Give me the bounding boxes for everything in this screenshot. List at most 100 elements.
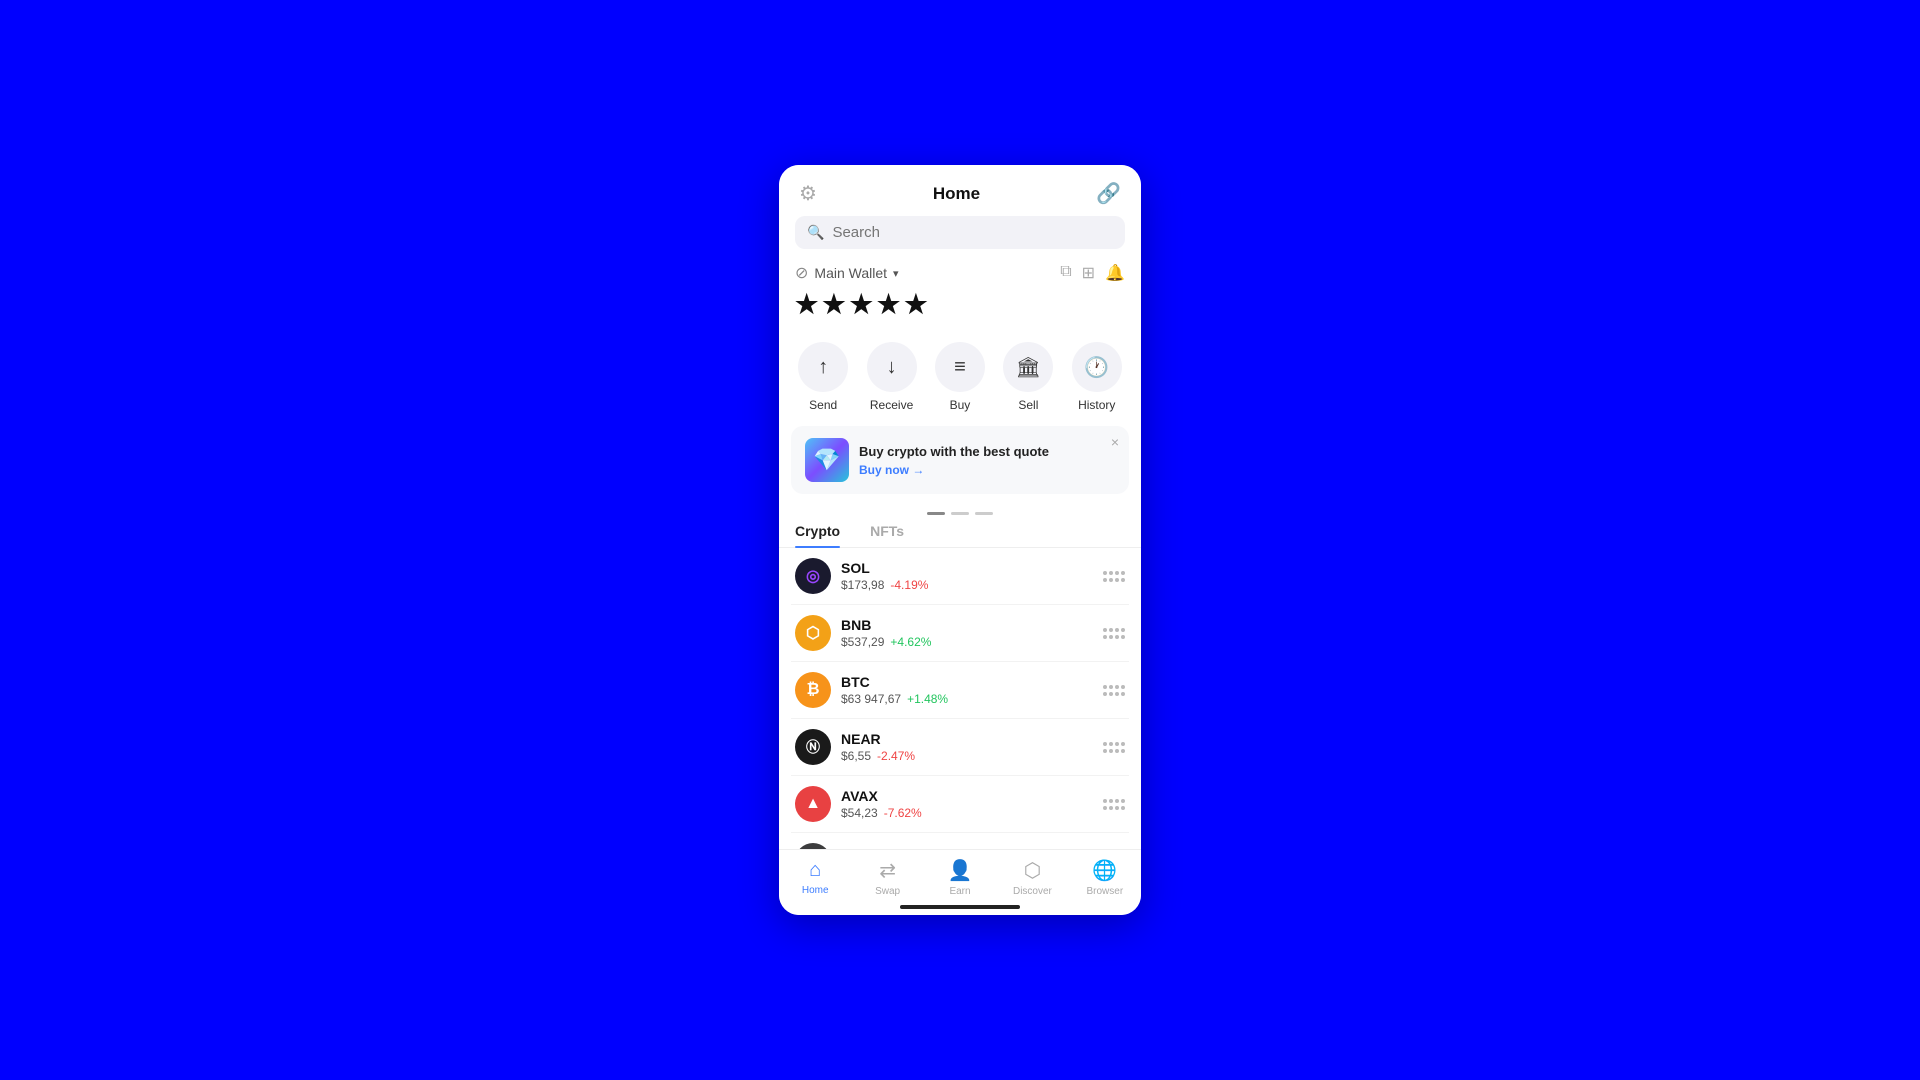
crypto-list: ◎ SOL $173,98 -4.19% ⬡ BNB $537,29 +4.62… <box>779 548 1141 849</box>
nav-swap[interactable]: ⇄ Swap <box>851 858 923 897</box>
list-item[interactable]: ₿ BTC $63 947,67 +1.48% <box>791 662 1129 719</box>
banner-dot-3 <box>975 512 993 515</box>
wallet-row: ⊘ Main Wallet ▾ ⧉ ⊞ 🔔 <box>779 259 1141 283</box>
history-button[interactable]: 🕐 History <box>1072 342 1122 412</box>
receive-label: Receive <box>870 398 913 412</box>
scan-icon[interactable]: ⊞ <box>1082 263 1095 283</box>
btc-price: $63 947,67 <box>841 692 901 706</box>
copy-icon[interactable]: ⧉ <box>1060 263 1071 283</box>
receive-icon-circle: ↓ <box>867 342 917 392</box>
send-button[interactable]: ↑ Send <box>798 342 848 412</box>
swap-icon: ⇄ <box>879 858 896 883</box>
list-item[interactable]: ◆ ETH <box>791 833 1129 849</box>
search-input[interactable] <box>832 224 1113 241</box>
avax-change: -7.62% <box>884 806 922 820</box>
bell-icon[interactable]: 🔔 <box>1105 263 1125 283</box>
earn-label: Earn <box>949 886 970 897</box>
actions-row: ↑ Send ↓ Receive ≡ Buy 🏛 Sell 🕐 History <box>779 332 1141 426</box>
list-item[interactable]: ⬡ BNB $537,29 +4.62% <box>791 605 1129 662</box>
near-name: NEAR <box>841 731 1093 747</box>
home-indicator <box>900 905 1020 909</box>
banner-dot-2 <box>951 512 969 515</box>
list-item[interactable]: ▲ AVAX $54,23 -7.62% <box>791 776 1129 833</box>
nav-browser[interactable]: 🌐 Browser <box>1069 858 1141 897</box>
discover-icon: ⬡ <box>1024 858 1041 883</box>
wallet-action-icons: ⧉ ⊞ 🔔 <box>1060 263 1125 283</box>
home-icon: ⌂ <box>809 859 821 882</box>
bnb-price: $537,29 <box>841 635 884 649</box>
history-icon-circle: 🕐 <box>1072 342 1122 392</box>
bnb-price-row: $537,29 +4.62% <box>841 635 1093 649</box>
phone-container: ⚙ Home 🔗 🔍 ⊘ Main Wallet ▾ ⧉ ⊞ 🔔 ★★★★★ ↑… <box>779 165 1141 915</box>
btc-name: BTC <box>841 674 1093 690</box>
avax-dots[interactable] <box>1103 799 1125 810</box>
balance-row: ★★★★★ <box>779 283 1141 332</box>
bnb-logo: ⬡ <box>795 615 831 651</box>
btc-dots[interactable] <box>1103 685 1125 696</box>
bnb-dots[interactable] <box>1103 628 1125 639</box>
send-label: Send <box>809 398 837 412</box>
sol-logo: ◎ <box>795 558 831 594</box>
wallet-icon: ⊘ <box>795 263 808 283</box>
btc-change: +1.48% <box>907 692 948 706</box>
nav-home[interactable]: ⌂ Home <box>779 859 851 896</box>
buy-icon-circle: ≡ <box>935 342 985 392</box>
avax-price-row: $54,23 -7.62% <box>841 806 1093 820</box>
banner-link[interactable]: Buy now → <box>859 463 1115 477</box>
earn-icon: 👤 <box>948 858 973 883</box>
tabs-row: Crypto NFTs <box>779 523 1141 548</box>
search-icon: 🔍 <box>807 224 824 241</box>
banner-title: Buy crypto with the best quote <box>859 444 1115 459</box>
list-item[interactable]: ◎ SOL $173,98 -4.19% <box>791 548 1129 605</box>
promo-banner: 💎 Buy crypto with the best quote Buy now… <box>791 426 1129 494</box>
page-title: Home <box>933 184 980 204</box>
buy-button[interactable]: ≡ Buy <box>935 342 985 412</box>
send-icon-circle: ↑ <box>798 342 848 392</box>
bnb-name: BNB <box>841 617 1093 633</box>
bottom-nav: ⌂ Home ⇄ Swap 👤 Earn ⬡ Discover 🌐 Browse… <box>779 849 1141 901</box>
receive-button[interactable]: ↓ Receive <box>867 342 917 412</box>
sol-price: $173,98 <box>841 578 884 592</box>
list-item[interactable]: Ⓝ NEAR $6,55 -2.47% <box>791 719 1129 776</box>
wallet-selector[interactable]: ⊘ Main Wallet ▾ <box>795 263 899 283</box>
sol-info: SOL $173,98 -4.19% <box>841 560 1093 592</box>
wallet-chevron-icon: ▾ <box>893 267 899 280</box>
search-bar[interactable]: 🔍 <box>795 216 1125 249</box>
bnb-change: +4.62% <box>890 635 931 649</box>
discover-label: Discover <box>1013 886 1052 897</box>
avax-name: AVAX <box>841 788 1093 804</box>
sol-price-row: $173,98 -4.19% <box>841 578 1093 592</box>
near-logo: Ⓝ <box>795 729 831 765</box>
near-dots[interactable] <box>1103 742 1125 753</box>
avax-logo: ▲ <box>795 786 831 822</box>
bnb-info: BNB $537,29 +4.62% <box>841 617 1093 649</box>
buy-label: Buy <box>950 398 971 412</box>
sell-button[interactable]: 🏛 Sell <box>1003 342 1053 412</box>
btc-price-row: $63 947,67 +1.48% <box>841 692 1093 706</box>
sell-icon-circle: 🏛 <box>1003 342 1053 392</box>
avax-price: $54,23 <box>841 806 878 820</box>
sol-name: SOL <box>841 560 1093 576</box>
key-icon[interactable]: 🔗 <box>1096 181 1121 206</box>
tab-nfts[interactable]: NFTs <box>870 523 904 547</box>
near-price-row: $6,55 -2.47% <box>841 749 1093 763</box>
bottom-bar <box>779 901 1141 915</box>
near-price: $6,55 <box>841 749 871 763</box>
banner-content: Buy crypto with the best quote Buy now → <box>859 444 1115 477</box>
nav-discover[interactable]: ⬡ Discover <box>996 858 1068 897</box>
sol-dots[interactable] <box>1103 571 1125 582</box>
avax-info: AVAX $54,23 -7.62% <box>841 788 1093 820</box>
sell-label: Sell <box>1018 398 1038 412</box>
nav-earn[interactable]: 👤 Earn <box>924 858 996 897</box>
sol-change: -4.19% <box>890 578 928 592</box>
settings-icon[interactable]: ⚙ <box>799 181 817 206</box>
banner-dots <box>779 512 1141 515</box>
wallet-name: Main Wallet <box>814 265 887 281</box>
home-label: Home <box>802 885 829 896</box>
near-change: -2.47% <box>877 749 915 763</box>
btc-logo: ₿ <box>795 672 831 708</box>
btc-info: BTC $63 947,67 +1.48% <box>841 674 1093 706</box>
banner-close-button[interactable]: × <box>1111 434 1119 450</box>
tab-crypto[interactable]: Crypto <box>795 523 840 547</box>
browser-label: Browser <box>1086 886 1123 897</box>
